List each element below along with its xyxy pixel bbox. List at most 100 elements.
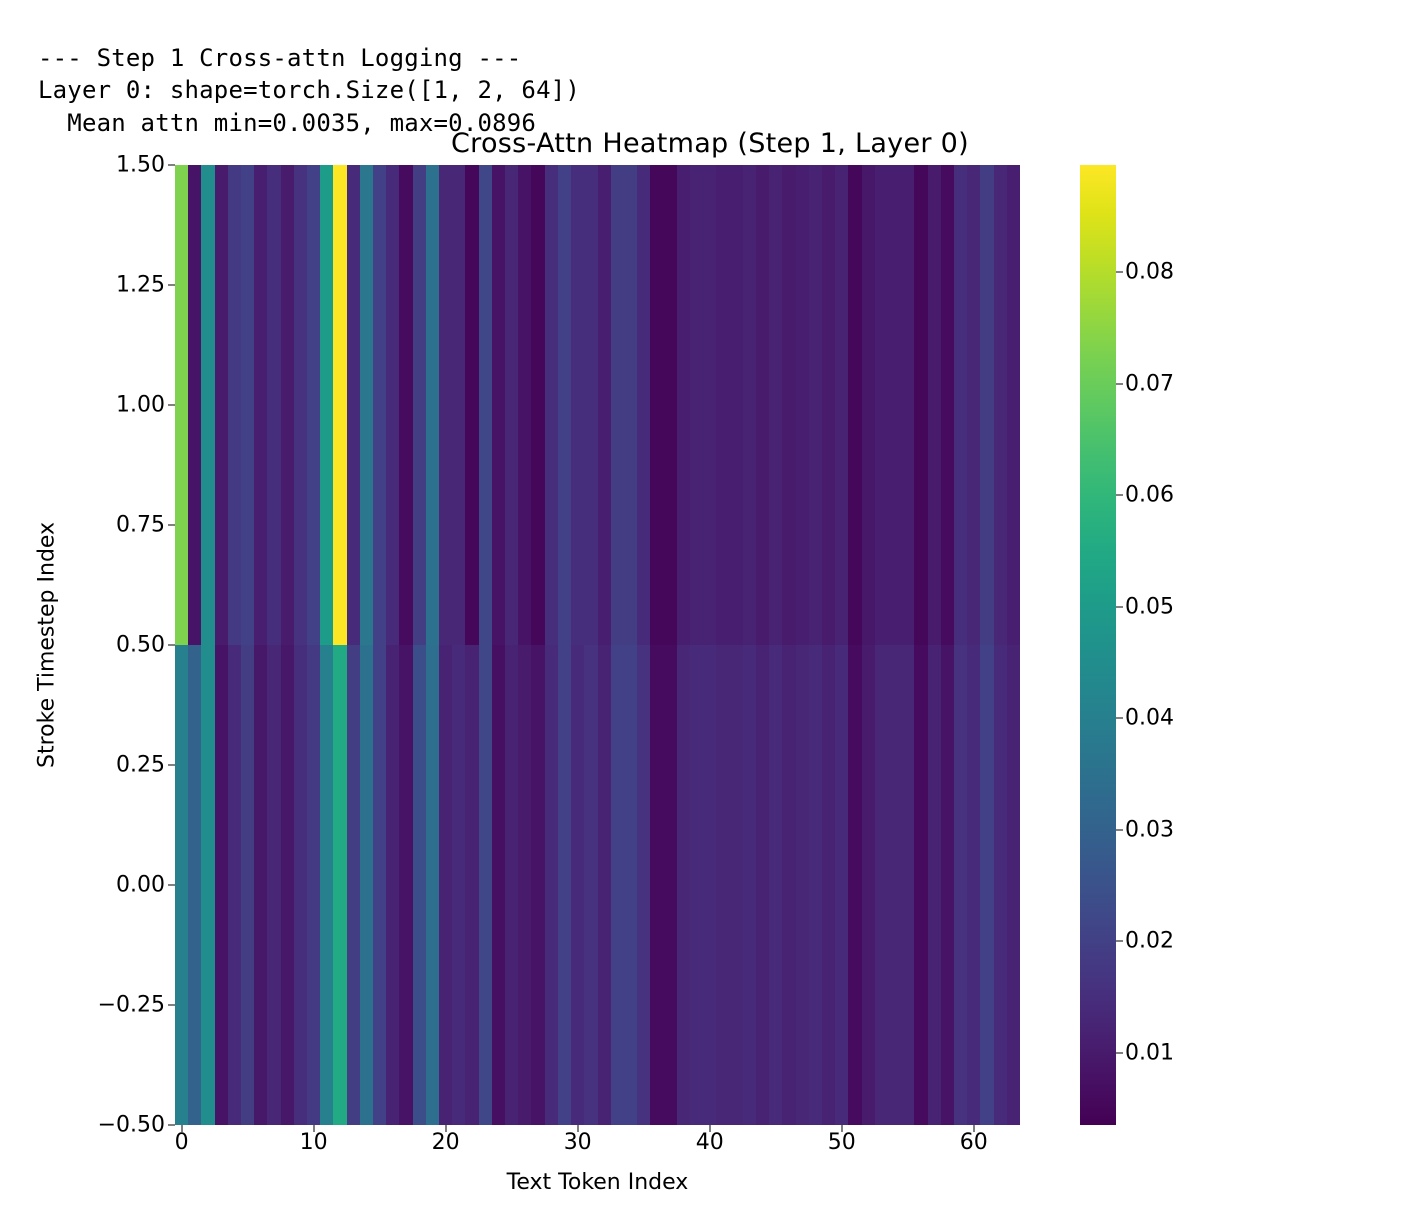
heatmap-cell: [716, 645, 729, 1125]
colorbar-tick-label: 0.06: [1125, 483, 1174, 508]
x-tick-mark: [445, 1125, 446, 1132]
heatmap-cell: [360, 645, 373, 1125]
heatmap-cell: [545, 645, 558, 1125]
heatmap-cell: [386, 165, 399, 645]
heatmap-cell: [743, 645, 756, 1125]
heatmap-cell: [888, 645, 901, 1125]
heatmap-cell: [994, 165, 1007, 645]
heatmap-cell: [994, 645, 1007, 1125]
heatmap-cell: [848, 645, 861, 1125]
heatmap-cell: [281, 645, 294, 1125]
heatmap-cell: [571, 645, 584, 1125]
y-tick-mark: [168, 645, 175, 646]
colorbar-tick-label: 0.03: [1125, 817, 1174, 842]
chart-title: Cross-Attn Heatmap (Step 1, Layer 0): [0, 128, 1420, 159]
figure-canvas: --- Step 1 Cross-attn Logging --- Layer …: [0, 0, 1420, 1212]
heatmap-cell: [531, 165, 544, 645]
y-tick-mark: [168, 525, 175, 526]
heatmap-cell: [954, 645, 967, 1125]
heatmap-cell: [215, 165, 228, 645]
heatmap-cell: [703, 645, 716, 1125]
heatmap-cell: [637, 165, 650, 645]
log-line-1: --- Step 1 Cross-attn Logging ---: [38, 44, 521, 72]
y-tick-label: 1.25: [116, 273, 165, 298]
heatmap-cell: [307, 645, 320, 1125]
heatmap-cell: [650, 165, 663, 645]
heatmap-cell: [835, 645, 848, 1125]
heatmap-cell: [333, 645, 346, 1125]
y-tick-label: −0.25: [98, 993, 165, 1018]
heatmap-cell: [347, 645, 360, 1125]
heatmap-cell: [611, 165, 624, 645]
heatmap-cell: [941, 645, 954, 1125]
heatmap-cell: [518, 645, 531, 1125]
heatmap-cell: [901, 165, 914, 645]
y-tick-label: 0.50: [116, 633, 165, 658]
heatmap-cell: [267, 645, 280, 1125]
heatmap-cell: [294, 165, 307, 645]
heatmap-cell: [201, 165, 214, 645]
heatmap-cell: [267, 165, 280, 645]
heatmap-cell: [862, 645, 875, 1125]
colorbar-tick-label: 0.08: [1125, 260, 1174, 285]
heatmap-cell: [373, 165, 386, 645]
heatmap-cell: [333, 165, 346, 645]
heatmap-cell: [215, 645, 228, 1125]
heatmap-cell: [413, 645, 426, 1125]
heatmap-cell: [954, 165, 967, 645]
y-tick-mark: [168, 285, 175, 286]
colorbar-tick-mark: [1116, 272, 1123, 273]
heatmap-cell: [875, 645, 888, 1125]
heatmap-cell: [1007, 165, 1020, 645]
heatmap-cell: [571, 165, 584, 645]
heatmap-cell: [188, 645, 201, 1125]
heatmap-cell: [967, 165, 980, 645]
y-tick-mark: [168, 885, 175, 886]
colorbar-tick-label: 0.05: [1125, 594, 1174, 619]
heatmap-cell: [201, 645, 214, 1125]
x-tick-mark: [973, 1125, 974, 1132]
colorbar-tick-mark: [1116, 941, 1123, 942]
heatmap-cell: [914, 165, 927, 645]
heatmap-cell: [241, 645, 254, 1125]
x-tick-mark: [841, 1125, 842, 1132]
heatmap-cell: [875, 165, 888, 645]
heatmap-cell: [664, 645, 677, 1125]
heatmap-cell: [598, 645, 611, 1125]
colorbar-tick-mark: [1116, 829, 1123, 830]
heatmap-cell: [901, 645, 914, 1125]
heatmap-cell: [835, 165, 848, 645]
heatmap-cell: [730, 645, 743, 1125]
x-tick-mark: [709, 1125, 710, 1132]
heatmap-cell: [967, 645, 980, 1125]
heatmap-cell: [769, 165, 782, 645]
heatmap-cell: [584, 165, 597, 645]
heatmap-cell: [756, 165, 769, 645]
colorbar-tick-mark: [1116, 1052, 1123, 1053]
heatmap-cell: [175, 165, 188, 645]
heatmap-cell: [598, 165, 611, 645]
x-tick-label: 60: [960, 1130, 988, 1155]
heatmap-cell: [690, 645, 703, 1125]
heatmap-cell: [769, 645, 782, 1125]
x-tick-label: 30: [564, 1130, 592, 1155]
heatmap-cell: [1007, 645, 1020, 1125]
colorbar-tick-label: 0.07: [1125, 371, 1174, 396]
heatmap-cell: [465, 645, 478, 1125]
y-tick-label: 0.25: [116, 753, 165, 778]
heatmap-cell: [703, 165, 716, 645]
log-output: --- Step 1 Cross-attn Logging --- Layer …: [38, 42, 580, 139]
heatmap-cell: [531, 645, 544, 1125]
heatmap-cell: [492, 645, 505, 1125]
heatmap-cell: [690, 165, 703, 645]
heatmap-cell: [730, 165, 743, 645]
heatmap-cell: [782, 645, 795, 1125]
heatmap-cell: [928, 645, 941, 1125]
heatmap-cell: [505, 165, 518, 645]
colorbar-tick-label: 0.02: [1125, 929, 1174, 954]
heatmap-cell: [518, 165, 531, 645]
heatmap-cell: [373, 645, 386, 1125]
y-tick-label: 0.75: [116, 513, 165, 538]
heatmap-cell: [558, 645, 571, 1125]
heatmap-cell: [399, 645, 412, 1125]
